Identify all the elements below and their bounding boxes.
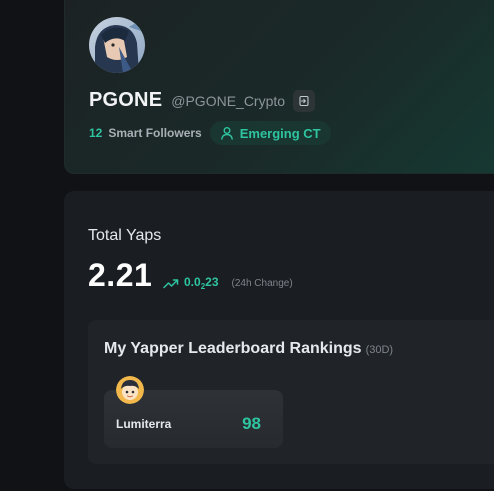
trend-up-icon [163,279,179,289]
leaderboard-header: My Yapper Leaderboard Rankings (30D) [104,340,393,358]
profile-card: PGONE @PGONE_Crypto 12 Smart Followers E… [64,0,494,174]
display-name: PGONE [89,89,163,111]
total-yaps-title: Total Yaps [88,227,162,244]
yaps-change: 0.0223 (24h Change) [163,275,293,291]
change-label: (24h Change) [231,277,293,289]
project-rank: 98 [242,414,261,433]
project-card-lumiterra[interactable]: Lumiterra 98 [104,376,283,448]
leaderboard-panel: My Yapper Leaderboard Rankings (30D) Lum… [88,320,494,464]
project-logo-icon [116,376,144,404]
smart-followers-count[interactable]: 12 [89,126,102,140]
page: PGONE @PGONE_Crypto 12 Smart Followers E… [0,0,494,491]
project-avatar [116,376,144,404]
smart-followers-label[interactable]: Smart Followers [108,126,201,140]
total-yaps-card: Total Yaps 2.21 0.0223 (24h Change) My Y… [64,191,494,489]
avatar[interactable] [89,17,145,73]
change-value-prefix: 0.0 [184,275,201,289]
total-yaps-value: 2.21 [88,257,153,293]
project-name: Lumiterra [116,417,172,431]
smart-followers-row: 12 Smart Followers Emerging CT [89,121,331,145]
user-icon [220,127,233,140]
avatar-image [89,17,145,73]
change-value-suffix: 23 [205,275,219,289]
login-icon [299,95,309,106]
leaderboard-period: (30D) [365,344,394,356]
change-value: 0.0223 [184,275,219,291]
tier-label: Emerging CT [239,125,321,141]
tier-badge[interactable]: Emerging CT [209,121,331,145]
name-row: PGONE @PGONE_Crypto [89,89,316,112]
login-button[interactable] [293,89,316,112]
leaderboard-title: My Yapper Leaderboard Rankings [104,340,362,357]
user-handle[interactable]: @PGONE_Crypto [171,93,285,109]
